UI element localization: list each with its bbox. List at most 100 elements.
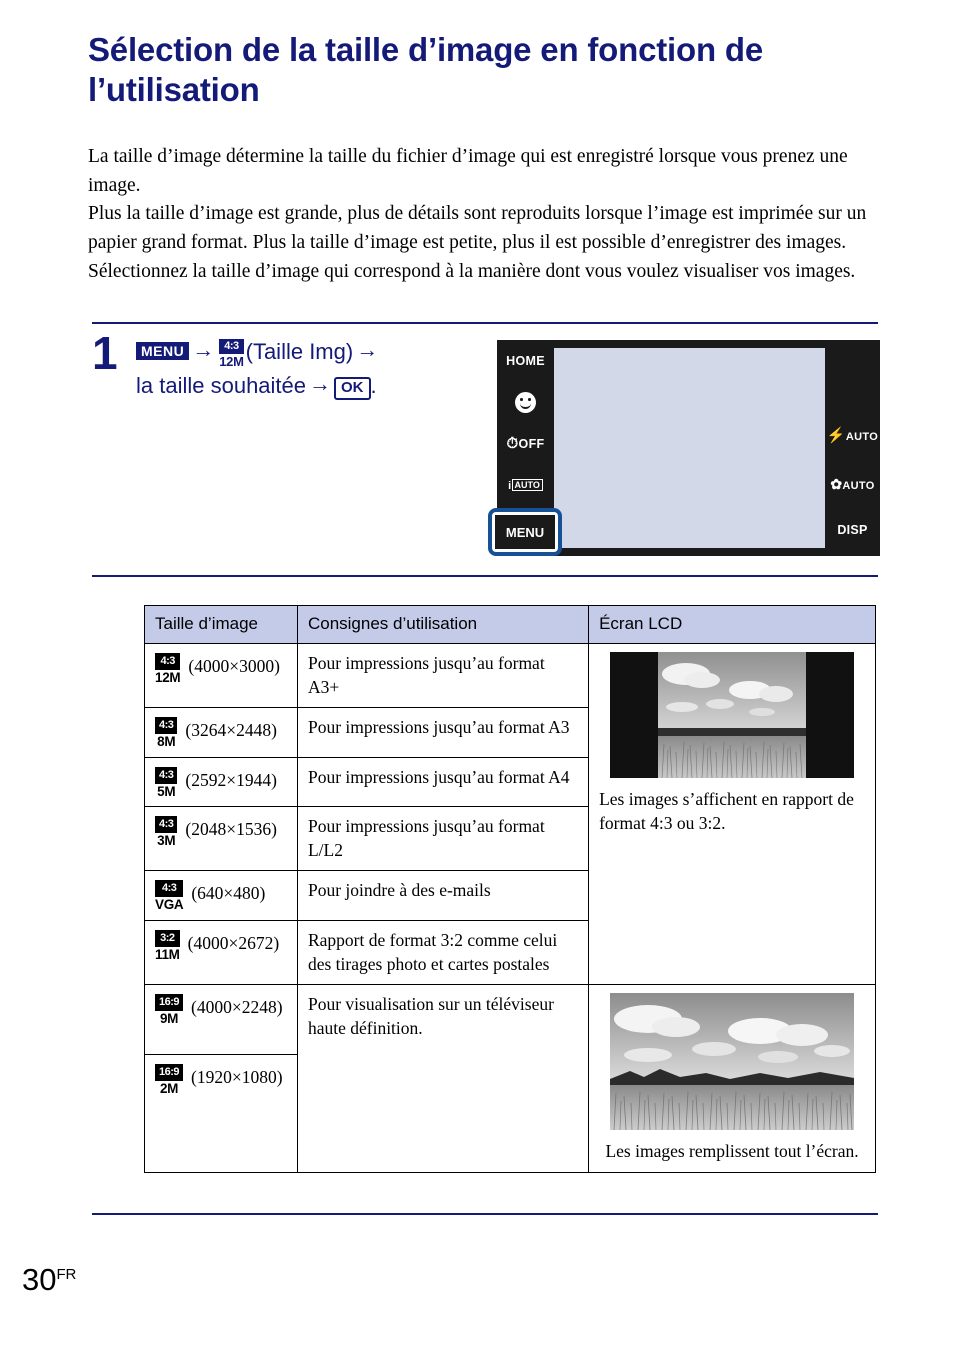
intelligent-auto-label: AUTO (511, 479, 543, 491)
pixel-dimensions: (2592×1944) (185, 769, 277, 790)
arrow-icon: → (192, 337, 215, 362)
aspect-ratio-label: 16:9 (155, 1063, 184, 1081)
arrow-icon-2: → (356, 337, 379, 362)
megapixel-label: VGA (155, 897, 184, 913)
intro-paragraph-1: La taille d’image détermine la taille du… (88, 146, 848, 196)
macro-mode-label: AUTO (842, 480, 875, 492)
cell-usage: Pour impressions jusqu’au format A3+ (296, 642, 590, 709)
table-row: 16:9 9M (4000×2248) Pour visualisation s… (144, 984, 876, 1173)
sample-photo-inner (610, 993, 855, 1131)
aspect-ratio-label: 16:9 (155, 994, 184, 1012)
flower-icon: ✿ (830, 476, 843, 492)
image-size-table: Taille d’image Consignes d’utilisation É… (144, 605, 876, 1173)
page-title: Sélection de la taille d’image en foncti… (88, 31, 763, 109)
cell-lcd-preview-169: Les images remplissent tout l’écran. (588, 984, 876, 1173)
megapixel-label: 12M (155, 669, 181, 685)
image-size-icon: 4:3 VGA (155, 879, 184, 913)
self-timer-icon: ⏱ (506, 435, 519, 452)
lcd-menu-button-highlighted[interactable]: MENU (488, 508, 562, 556)
pixel-dimensions: (640×480) (191, 883, 266, 904)
step-instruction: 1 MENU → 4:3 12M (Taille Img) → la taille sou… (92, 330, 492, 401)
sample-photo-4-3 (610, 651, 855, 778)
step-text: MENU → 4:3 12M (Taille Img) → la taille souha… (136, 334, 492, 401)
aspect-ratio-label: 3:2 (155, 929, 180, 947)
image-size-icon: 16:9 2M (155, 1063, 184, 1096)
divider-top (92, 322, 878, 324)
cell-usage: Pour impressions jusqu’au format A4 (296, 756, 590, 808)
cell-usage: Pour joindre à des e-mails (296, 870, 590, 921)
flash-icon: ⚡ (826, 427, 846, 444)
intro-paragraph-2: Plus la taille d’image est grande, plus … (88, 203, 867, 282)
column-header-image-size: Taille d’image (144, 605, 298, 644)
cell-usage: Pour impressions jusqu’au format L/L2 (296, 806, 590, 872)
cell-lcd-preview-43: Les images s’affichent en rapport de for… (588, 642, 876, 986)
aspect-ratio-label: 4:3 (155, 816, 178, 834)
image-size-icon: 4:3 8M (155, 716, 178, 750)
image-size-icon: 4:3 5M (155, 766, 178, 799)
pixel-dimensions: (2048×1536) (185, 819, 277, 840)
image-size-icon: 4:3 12M (155, 652, 181, 685)
step-number: 1 (92, 327, 118, 379)
megapixel-label: 5M (157, 783, 176, 799)
sample-photo-16-9 (610, 993, 855, 1131)
table-header-row: Taille d’image Consignes d’utilisation É… (144, 605, 876, 644)
page-footer: 30FR (22, 1262, 76, 1298)
step-line-2: la taille souhaitée → OK. (136, 368, 492, 401)
smile-icon (515, 392, 536, 413)
image-size-icon: 3:2 11M (155, 929, 180, 962)
lcd-intelligent-auto-button[interactable]: i AUTO (497, 478, 554, 492)
column-header-lcd-screen: Écran LCD (588, 605, 876, 644)
cell-image-size: 4:3 VGA (640×480) (144, 870, 298, 921)
page-language-suffix: FR (56, 1266, 77, 1283)
pixel-dimensions: (4000×3000) (188, 655, 280, 676)
pixel-dimensions: (4000×2248) (191, 997, 283, 1018)
flash-mode-label: AUTO (845, 431, 879, 443)
menu-badge[interactable]: MENU (136, 342, 190, 360)
cell-usage: Pour visualisation sur un téléviseur hau… (296, 984, 590, 1173)
cell-image-size: 4:3 3M (2048×1536) (144, 806, 298, 872)
lcd-smile-detection-button[interactable] (497, 392, 554, 416)
arrow-icon-3: → (309, 371, 332, 396)
aspect-ratio-label: 4:3 (155, 766, 178, 784)
lcd-display-button[interactable]: DISP (825, 523, 880, 537)
ok-badge[interactable]: OK (334, 377, 371, 400)
cell-usage: Rapport de format 3:2 comme celui des ti… (296, 919, 590, 986)
lcd-live-view-area (554, 348, 825, 548)
page-number: 30 (22, 1262, 57, 1297)
cornfield-photo-illustration (610, 993, 855, 1131)
aspect-ratio-label: 4:3 (219, 339, 244, 354)
step-period: . (370, 373, 377, 398)
megapixel-label: 3M (157, 833, 176, 849)
megapixel-label: 8M (157, 734, 176, 750)
sample-photo-inner (658, 651, 807, 778)
aspect-ratio-label: 4:3 (155, 880, 184, 898)
megapixel-label: 12M (219, 354, 244, 369)
megapixel-label: 11M (155, 946, 180, 962)
pixel-dimensions: (4000×2672) (187, 932, 280, 953)
lcd-flash-mode-button[interactable]: ⚡AUTO (825, 426, 880, 444)
cell-image-size: 4:3 5M (2592×1944) (144, 756, 298, 808)
step-line-1: MENU → 4:3 12M (Taille Img) → (136, 334, 492, 368)
cell-image-size: 3:2 11M (4000×2672) (144, 919, 298, 986)
cell-image-size: 4:3 8M (3264×2448) (144, 707, 298, 758)
image-size-icon: 4:3 12M (219, 339, 244, 369)
lcd-self-timer-button[interactable]: ⏱OFF (497, 435, 554, 452)
aspect-ratio-label: 4:3 (155, 717, 178, 735)
image-size-icon: 4:3 3M (155, 815, 178, 849)
cell-image-size: 16:9 2M (1920×1080) (144, 1053, 298, 1173)
lcd-macro-mode-button[interactable]: ✿AUTO (825, 476, 880, 493)
aspect-ratio-label: 4:3 (155, 652, 181, 670)
divider-bottom (92, 1213, 878, 1215)
pixel-dimensions: (1920×1080) (191, 1066, 283, 1087)
cell-image-size: 16:9 9M (4000×2248) (144, 984, 298, 1055)
column-header-usage: Consignes d’utilisation (296, 605, 590, 644)
image-size-icon: 16:9 9M (155, 993, 184, 1027)
lcd-home-button[interactable]: HOME (497, 354, 554, 368)
divider-middle (92, 575, 878, 577)
taille-img-label: (Taille Img) (245, 339, 354, 364)
megapixel-label: 9M (159, 1011, 179, 1027)
lcd-right-button-column: ⚡AUTO ✿AUTO DISP (825, 340, 880, 556)
table-row: 4:3 12M (4000×3000) Pour impressions jus… (144, 642, 876, 986)
self-timer-state-label: OFF (518, 437, 545, 451)
intro-text: La taille d’image détermine la taille du… (88, 143, 888, 286)
